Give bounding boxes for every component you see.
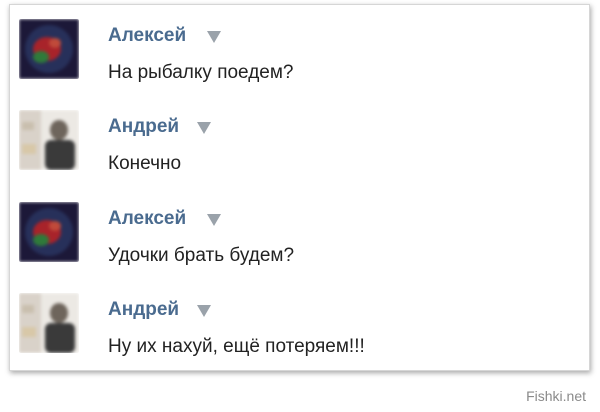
message-text: Удочки брать будем? <box>108 245 295 266</box>
avatar-alexey[interactable] <box>19 202 79 262</box>
caret-down-icon[interactable] <box>197 122 211 134</box>
caret-down-icon[interactable] <box>197 305 211 317</box>
message-author[interactable]: Алексей <box>108 25 186 47</box>
message-text: На рыбалку поедем? <box>108 62 294 83</box>
avatar-alexey[interactable] <box>19 19 79 79</box>
caret-down-icon[interactable] <box>207 31 221 43</box>
message-text: Ну их нахуй, ещё потеряем!!! <box>108 336 365 357</box>
message-text: Конечно <box>108 153 182 174</box>
message-author[interactable]: Андрей <box>108 116 179 138</box>
author-name[interactable]: Алексей <box>108 25 186 46</box>
message-author[interactable]: Андрей <box>108 299 179 321</box>
message-author[interactable]: Алексей <box>108 208 186 230</box>
author-name[interactable]: Андрей <box>108 116 179 137</box>
message-item: Андрей Ну их нахуй, ещё потеряем!!! <box>10 279 589 371</box>
author-name[interactable]: Алексей <box>108 208 186 229</box>
avatar-andrey[interactable] <box>19 293 79 353</box>
author-name[interactable]: Андрей <box>108 299 179 320</box>
watermark: Fishki.net <box>526 388 586 404</box>
message-item: Алексей На рыбалку поедем? <box>10 5 589 97</box>
message-item: Андрей Конечно <box>10 96 589 188</box>
avatar-andrey[interactable] <box>19 110 79 170</box>
chat-card: Алексей На рыбалку поедем? Андрей Конечн… <box>9 4 590 371</box>
message-item: Алексей Удочки брать будем? <box>10 188 589 280</box>
caret-down-icon[interactable] <box>207 214 221 226</box>
